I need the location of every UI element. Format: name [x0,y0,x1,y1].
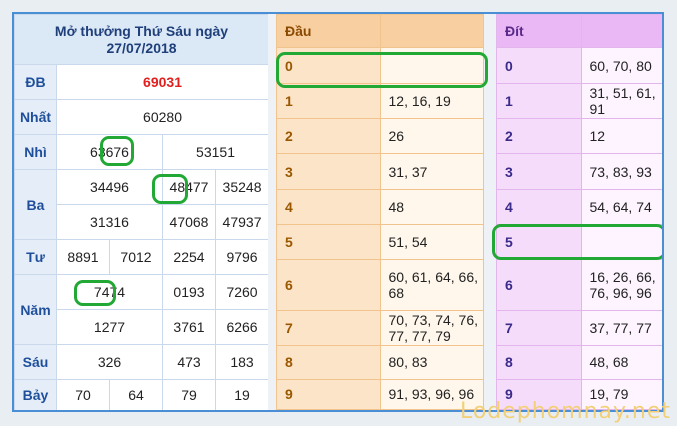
prize-value-ba-5: 47068 [162,204,216,240]
dit-key: 8 [496,345,582,380]
prize-label-nam: Năm [14,274,57,345]
lottery-result-table: Mở thưởng Thứ Sáu ngày 27/07/2018 ĐB 690… [14,14,270,410]
dit-value: 60, 70, 80 [580,47,662,84]
dau-key: 3 [276,153,381,190]
prize-value-nam-6: 6266 [214,309,270,345]
dau-key: 5 [276,224,381,261]
dit-key: 4 [496,188,582,226]
dau-value: 12, 16, 19 [379,82,484,120]
prize-value-tu-2: 7012 [109,239,163,275]
draw-title: Mở thưởng Thứ Sáu ngày 27/07/2018 [14,14,270,65]
dit-key: 2 [496,118,582,155]
dau-key: 2 [276,118,381,155]
prize-value-nam-3: 7260 [214,274,270,310]
dau-value: 70, 73, 74, 76, 77, 77, 79 [379,309,484,347]
highlight-nam-7474 [74,280,116,306]
dau-key: 9 [276,378,381,410]
dau-value: 48 [379,188,484,226]
prize-value-nam-5: 3761 [162,309,216,345]
prize-value-sau-1: 326 [56,344,163,380]
prize-value-tu-1: 8891 [56,239,110,275]
prize-label-db: ĐB [14,64,57,100]
dau-key: 8 [276,345,381,380]
dau-key: 4 [276,188,381,226]
column-separator [268,14,276,410]
prize-value-bay-4: 19 [214,379,270,410]
prize-value-ba-6: 47937 [214,204,270,240]
prize-value-nam-2: 0193 [162,274,216,310]
dit-value: 48, 68 [580,345,662,380]
dit-value: 12 [580,118,662,155]
prize-value-sau-2: 473 [162,344,216,380]
prize-value-bay-1: 70 [56,379,110,410]
dit-key: 6 [496,259,582,311]
prize-label-tu: Tư [14,239,57,275]
prize-value-db: 69031 [55,64,270,100]
prize-label-sau: Sáu [14,344,57,380]
prize-value-tu-4: 9796 [214,239,270,275]
draw-title-line1: Mở thưởng Thứ Sáu ngày [54,22,229,39]
prize-value-nhat: 60280 [55,99,270,135]
dit-key: 1 [496,82,582,120]
dit-value: 31, 51, 61, 91 [580,82,662,120]
dit-value: 73, 83, 93 [580,153,662,190]
draw-date: 27/07/2018 [106,39,177,56]
prize-label-nhat: Nhất [14,99,57,135]
dau-value: 26 [379,118,484,155]
dau-key: 6 [276,259,381,311]
dau-value: 60, 61, 64, 66, 68 [379,259,484,311]
dit-value: 16, 26, 66, 76, 96, 96 [580,259,662,311]
prize-value-tu-3: 2254 [162,239,216,275]
dit-key: 0 [496,47,582,84]
highlight-dau-0-row [276,52,488,88]
dau-key: 1 [276,82,381,120]
highlight-nhi-676 [100,136,134,166]
dau-value: 51, 54 [379,224,484,261]
results-panel: Mở thưởng Thứ Sáu ngày 27/07/2018 ĐB 690… [12,12,664,412]
prize-value-bay-2: 64 [109,379,163,410]
prize-value-ba-1: 34496 [56,169,163,205]
highlight-dit-5-row [492,224,662,260]
prize-label-ba: Ba [14,169,57,240]
prize-label-nhi: Nhì [14,134,57,170]
dau-key: 7 [276,309,381,347]
prize-label-bay: Bảy [14,379,57,410]
dau-header-fill [379,14,484,49]
prize-value-ba-4: 31316 [56,204,163,240]
dau-value: 31, 37 [379,153,484,190]
prize-value-nam-4: 1277 [56,309,163,345]
dit-header: Đít [496,14,582,49]
dit-header-fill [580,14,662,49]
prize-value-ba-3: 35248 [214,169,270,205]
prize-value-nhi-2: 53151 [161,134,270,170]
dit-table: Đít 0 60, 70, 80 1 31, 51, 61, 91 2 12 3 73,… [496,14,662,410]
highlight-ba-477 [152,174,188,204]
dit-value: 54, 64, 74 [580,188,662,226]
prize-value-bay-3: 79 [162,379,216,410]
dit-value: 37, 77, 77 [580,309,662,347]
dit-key: 3 [496,153,582,190]
prize-value-sau-3: 183 [214,344,270,380]
dau-value: 80, 83 [379,345,484,380]
dit-key: 7 [496,309,582,347]
site-watermark: Lodephomnay.net [459,399,671,424]
dau-header: Đầu [276,14,381,49]
